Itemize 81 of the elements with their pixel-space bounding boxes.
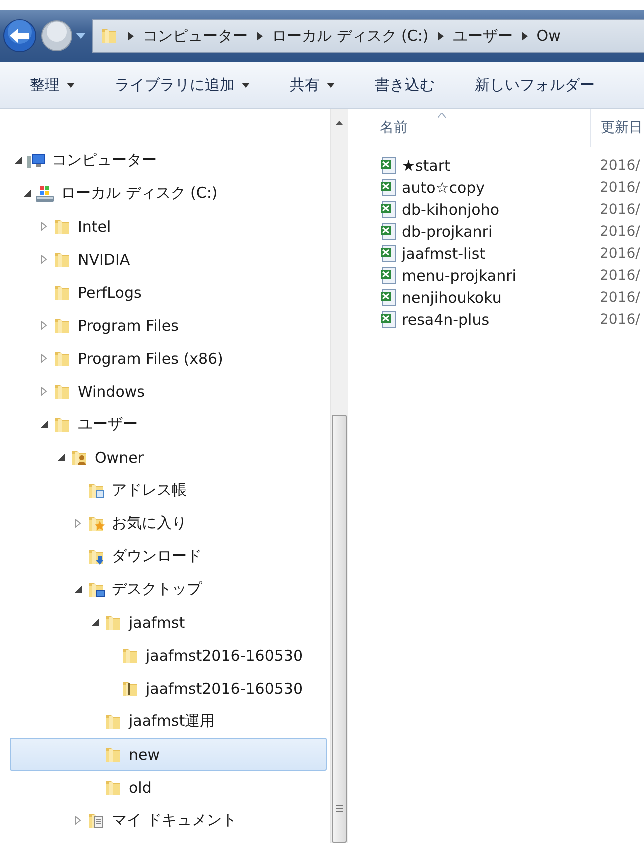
- expanded-arrow-icon[interactable]: [74, 586, 82, 593]
- grip-icon: [336, 805, 343, 812]
- tree-item[interactable]: jaafmst2016-160530: [10, 672, 327, 705]
- file-name[interactable]: db-kihonjoho: [402, 201, 500, 219]
- folder-icon: [99, 26, 119, 46]
- tree-item[interactable]: jaafmst: [10, 606, 327, 639]
- collapsed-arrow-icon[interactable]: [75, 519, 81, 528]
- breadcrumb-arrow-icon[interactable]: [128, 32, 134, 40]
- spreadsheet-file-icon: [380, 179, 398, 197]
- tree-item[interactable]: Program Files (x86): [10, 342, 327, 375]
- spreadsheet-file-icon: [380, 267, 398, 285]
- forward-button[interactable]: [40, 19, 74, 53]
- tree-item[interactable]: ユーザー: [10, 408, 327, 441]
- breadcrumb-item[interactable]: Ow: [536, 27, 561, 45]
- breadcrumb-arrow-icon[interactable]: [257, 32, 263, 40]
- file-name[interactable]: menu-projkanri: [402, 267, 516, 285]
- file-name[interactable]: db-projkanri: [402, 223, 493, 241]
- file-name[interactable]: nenjihoukoku: [402, 289, 502, 307]
- modified-date: 2016/: [599, 312, 640, 328]
- tree-item[interactable]: jaafmst運用: [10, 705, 327, 738]
- tree-item[interactable]: Windows: [10, 375, 327, 408]
- drive-icon: [35, 184, 55, 204]
- tree-item[interactable]: コンピューター: [10, 144, 327, 177]
- tree-item[interactable]: Intel: [10, 210, 327, 243]
- collapsed-arrow-icon[interactable]: [75, 816, 81, 825]
- breadcrumb-arrow-icon[interactable]: [522, 32, 528, 40]
- tree-item[interactable]: NVIDIA: [10, 243, 327, 276]
- spreadsheet-file-icon: [380, 289, 398, 307]
- scrollbar-thumb[interactable]: [332, 415, 347, 843]
- back-button[interactable]: [2, 18, 38, 54]
- scroll-up-icon[interactable]: [336, 121, 343, 125]
- spreadsheet-file-icon: [380, 223, 398, 241]
- expanded-arrow-icon[interactable]: [24, 190, 30, 197]
- column-header[interactable]: 名前: [380, 119, 590, 137]
- file-name[interactable]: auto☆copy: [402, 179, 486, 197]
- breadcrumb-item[interactable]: ユーザー: [452, 26, 513, 46]
- collapsed-arrow-icon[interactable]: [41, 354, 47, 363]
- collapsed-arrow-icon[interactable]: [41, 222, 47, 231]
- modified-date: 2016/: [599, 158, 640, 174]
- tree-item[interactable]: デスクトップ: [10, 573, 327, 606]
- tree-item[interactable]: お気に入り: [10, 507, 327, 540]
- file-name[interactable]: jaafmst-list: [402, 245, 486, 263]
- modified-date: 2016/: [599, 290, 640, 306]
- modified-date: 2016/: [599, 268, 640, 284]
- spreadsheet-file-icon: [380, 311, 398, 329]
- modified-date: 2016/: [599, 202, 640, 218]
- file-name[interactable]: ★start: [402, 157, 450, 175]
- tree-item[interactable]: ダウンロード: [10, 540, 327, 573]
- tree-item[interactable]: アドレス帳: [10, 474, 327, 507]
- toolbar-button[interactable]: 新しいフォルダー: [463, 65, 607, 105]
- tree-item[interactable]: ローカル ディスク (C:): [10, 177, 327, 210]
- tree-item[interactable]: jaafmst2016-160530: [10, 639, 327, 672]
- expanded-arrow-icon[interactable]: [14, 157, 22, 164]
- spreadsheet-file-icon: [380, 157, 398, 175]
- spreadsheet-file-icon: [380, 201, 398, 219]
- history-dropdown-icon[interactable]: [76, 32, 86, 40]
- breadcrumb-item[interactable]: ローカル ディスク (C:): [272, 26, 429, 46]
- collapsed-arrow-icon[interactable]: [41, 255, 47, 264]
- spreadsheet-file-icon: [380, 245, 398, 263]
- tree-item[interactable]: マイ ドキュメント: [10, 804, 327, 837]
- expanded-arrow-icon[interactable]: [40, 421, 48, 428]
- modified-date: 2016/: [599, 246, 640, 262]
- collapsed-arrow-icon[interactable]: [41, 387, 47, 396]
- breadcrumb-arrow-icon[interactable]: [438, 32, 444, 40]
- tree-item[interactable]: new: [10, 738, 327, 771]
- expanded-arrow-icon[interactable]: [92, 619, 98, 626]
- toolbar-button[interactable]: 書き込む: [363, 65, 447, 105]
- expanded-arrow-icon[interactable]: [58, 454, 64, 461]
- modified-date: 2016/: [599, 180, 640, 196]
- tree-item[interactable]: Program Files: [10, 309, 327, 342]
- column-header[interactable]: 更新日: [601, 119, 643, 137]
- toolbar-button[interactable]: 共有: [278, 65, 347, 105]
- toolbar-button[interactable]: ライブラリに追加: [103, 65, 262, 105]
- tree-item[interactable]: PerfLogs: [10, 276, 327, 309]
- modified-date: 2016/: [599, 224, 640, 240]
- tree-item[interactable]: old: [10, 771, 327, 804]
- tree-item[interactable]: Owner: [10, 441, 327, 474]
- file-name[interactable]: resa4n-plus: [402, 311, 490, 329]
- collapsed-arrow-icon[interactable]: [41, 321, 47, 330]
- toolbar-button[interactable]: 整理: [18, 65, 87, 105]
- breadcrumb-item[interactable]: コンピューター: [143, 26, 248, 46]
